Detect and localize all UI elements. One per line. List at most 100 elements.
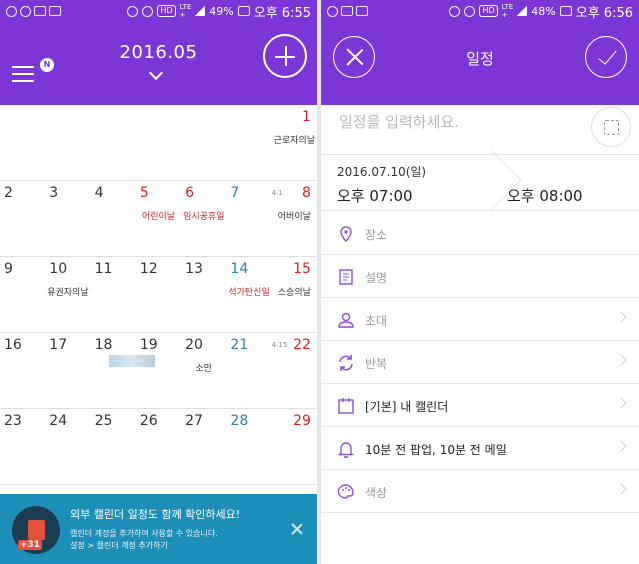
option-label: 10분 전 팝업, 10분 전 메일 <box>365 443 507 457</box>
day-cell[interactable]: 2 <box>0 181 45 256</box>
day-cell <box>181 105 226 180</box>
day-cell[interactable]: 11 <box>91 257 136 332</box>
day-cell[interactable]: 7 <box>226 181 271 256</box>
option-row-person[interactable]: 초대 <box>321 298 639 341</box>
palette-icon <box>337 483 355 501</box>
day-cell[interactable]: 15 스승의날 <box>272 257 317 332</box>
day-cell[interactable]: 12 <box>136 257 181 332</box>
day-cell[interactable]: 24 <box>45 409 90 484</box>
menu-icon[interactable]: N <box>12 58 54 84</box>
day-cell[interactable]: 14 석가탄신일 <box>226 257 271 332</box>
event-title-input[interactable] <box>339 113 589 131</box>
end-time[interactable]: 오후 08:00 <box>507 185 583 206</box>
day-cell[interactable]: 4 <box>91 181 136 256</box>
lte-icon: LTE + <box>501 3 514 19</box>
close-icon[interactable] <box>291 523 303 535</box>
screenshot-icon <box>49 6 61 16</box>
grid-icon <box>604 120 619 135</box>
day-number: 17 <box>49 337 68 353</box>
day-cell[interactable]: 17 <box>45 333 90 408</box>
event-label: 어린이날 <box>141 212 176 222</box>
app-icon <box>20 5 31 17</box>
option-row-palette[interactable]: 색상 <box>321 470 639 513</box>
day-number: 13 <box>185 261 203 277</box>
option-row-calendar[interactable]: [기본] 내 캘린더 <box>321 384 639 427</box>
day-cell[interactable]: 1 근로자의날 <box>272 105 317 180</box>
day-cell[interactable]: 21 <box>226 333 271 408</box>
day-number: 8 <box>302 185 311 201</box>
day-cell[interactable]: 13 <box>181 257 226 332</box>
day-cell <box>45 105 90 180</box>
message-icon <box>327 5 338 17</box>
day-number: 21 <box>230 337 249 353</box>
day-cell[interactable]: 18 <box>91 333 155 408</box>
battery-icon <box>559 6 572 16</box>
day-cell[interactable]: 23 <box>0 409 45 484</box>
day-cell[interactable]: 20 소만 <box>181 333 226 408</box>
day-cell <box>136 105 181 180</box>
day-number: 7 <box>230 185 240 201</box>
start-time[interactable]: 오후 07:00 <box>337 185 413 206</box>
quick-input-button[interactable] <box>591 107 631 147</box>
alarm-icon <box>142 5 154 17</box>
hd-icon: HD <box>157 5 176 17</box>
option-row-note[interactable]: 설명 <box>321 255 639 298</box>
day-cell[interactable]: 27 <box>181 409 226 484</box>
day-number: 19 <box>139 337 158 353</box>
lunar-date: 4.15 <box>271 341 288 349</box>
week-row: 9 10 유권자의날 11 12 13 14 석가탄신일 15 스승의날 <box>0 257 317 333</box>
repeat-icon <box>337 354 355 372</box>
day-cell[interactable]: 5 어린이날 <box>136 181 181 256</box>
day-cell[interactable]: 25 <box>91 409 136 484</box>
event-label: 스승의날 <box>277 288 311 298</box>
day-cell[interactable]: 19 <box>136 333 181 408</box>
chevron-right-icon <box>615 354 627 366</box>
photo-icon <box>341 6 353 16</box>
day-number: 11 <box>94 261 113 277</box>
day-cell[interactable]: 22 4.15 <box>272 333 317 408</box>
day-number: 5 <box>139 185 149 201</box>
day-cell[interactable]: 3 <box>45 181 90 256</box>
event-label: 근로자의날 <box>273 136 316 146</box>
location-pin-icon <box>337 225 355 243</box>
note-icon <box>337 268 355 286</box>
day-number: 28 <box>230 413 249 429</box>
option-row-location-pin[interactable]: 장소 <box>321 212 639 255</box>
chevron-down-icon[interactable] <box>148 65 164 81</box>
banner-settings-path[interactable]: 설정 > 캘린더 계정 추가하기 <box>70 540 168 551</box>
event-header: 일정 <box>321 22 639 105</box>
clock: 오후 6:55 <box>253 5 311 21</box>
save-button[interactable] <box>585 36 627 78</box>
option-row-repeat[interactable]: 반복 <box>321 341 639 384</box>
day-cell[interactable]: 16 <box>0 333 45 408</box>
add-event-button[interactable] <box>263 34 307 78</box>
day-cell <box>0 105 45 180</box>
chevron-right-icon <box>615 483 627 495</box>
time-range: 2016.07.10(일) 오후 07:00 오후 08:00 <box>321 150 639 211</box>
lunar-date: 4.1 <box>271 189 283 197</box>
week-row: 2 3 4 5 어린이날 6 임시공휴일 7 8 4.1 어버이날 <box>0 181 317 257</box>
banner-subtitle: 캘린더 계정을 추가하여 사용할 수 있습니다. <box>70 529 218 538</box>
month-grid: 1 근로자의날 2 3 4 5 어린이날 6 임시공휴일 7 8 4.1 어버이날 9 10 유권자의날 11 1… <box>0 105 317 485</box>
day-cell[interactable]: 6 임시공휴일 <box>181 181 226 256</box>
external-calendar-banner[interactable]: +31 외부 캘린더 일정도 함께 확인하세요! 캘린더 계정을 추가하여 사용… <box>0 494 317 564</box>
day-number: 24 <box>49 413 68 429</box>
day-cell[interactable]: 10 유권자의날 <box>45 257 90 332</box>
option-row-bell[interactable]: 10분 전 팝업, 10분 전 메일 <box>321 427 639 470</box>
day-number: 27 <box>185 413 203 429</box>
event-label: 석가탄신일 <box>228 288 270 298</box>
day-cell[interactable]: 28 <box>226 409 271 484</box>
day-cell[interactable]: 26 <box>136 409 181 484</box>
day-number: 20 <box>185 337 203 353</box>
day-number: 25 <box>94 413 113 429</box>
calendar-icon <box>337 397 355 415</box>
day-number: 3 <box>49 185 59 201</box>
battery-percent: 49% <box>209 4 234 18</box>
event-title-row <box>321 105 639 155</box>
day-cell <box>226 105 271 180</box>
day-cell[interactable]: 29 <box>272 409 317 484</box>
start-date[interactable]: 2016.07.10(일) <box>337 163 426 180</box>
day-cell[interactable]: 8 4.1 어버이날 <box>272 181 317 256</box>
event-label: 유권자의날 <box>47 288 89 298</box>
day-cell[interactable]: 9 <box>0 257 45 332</box>
